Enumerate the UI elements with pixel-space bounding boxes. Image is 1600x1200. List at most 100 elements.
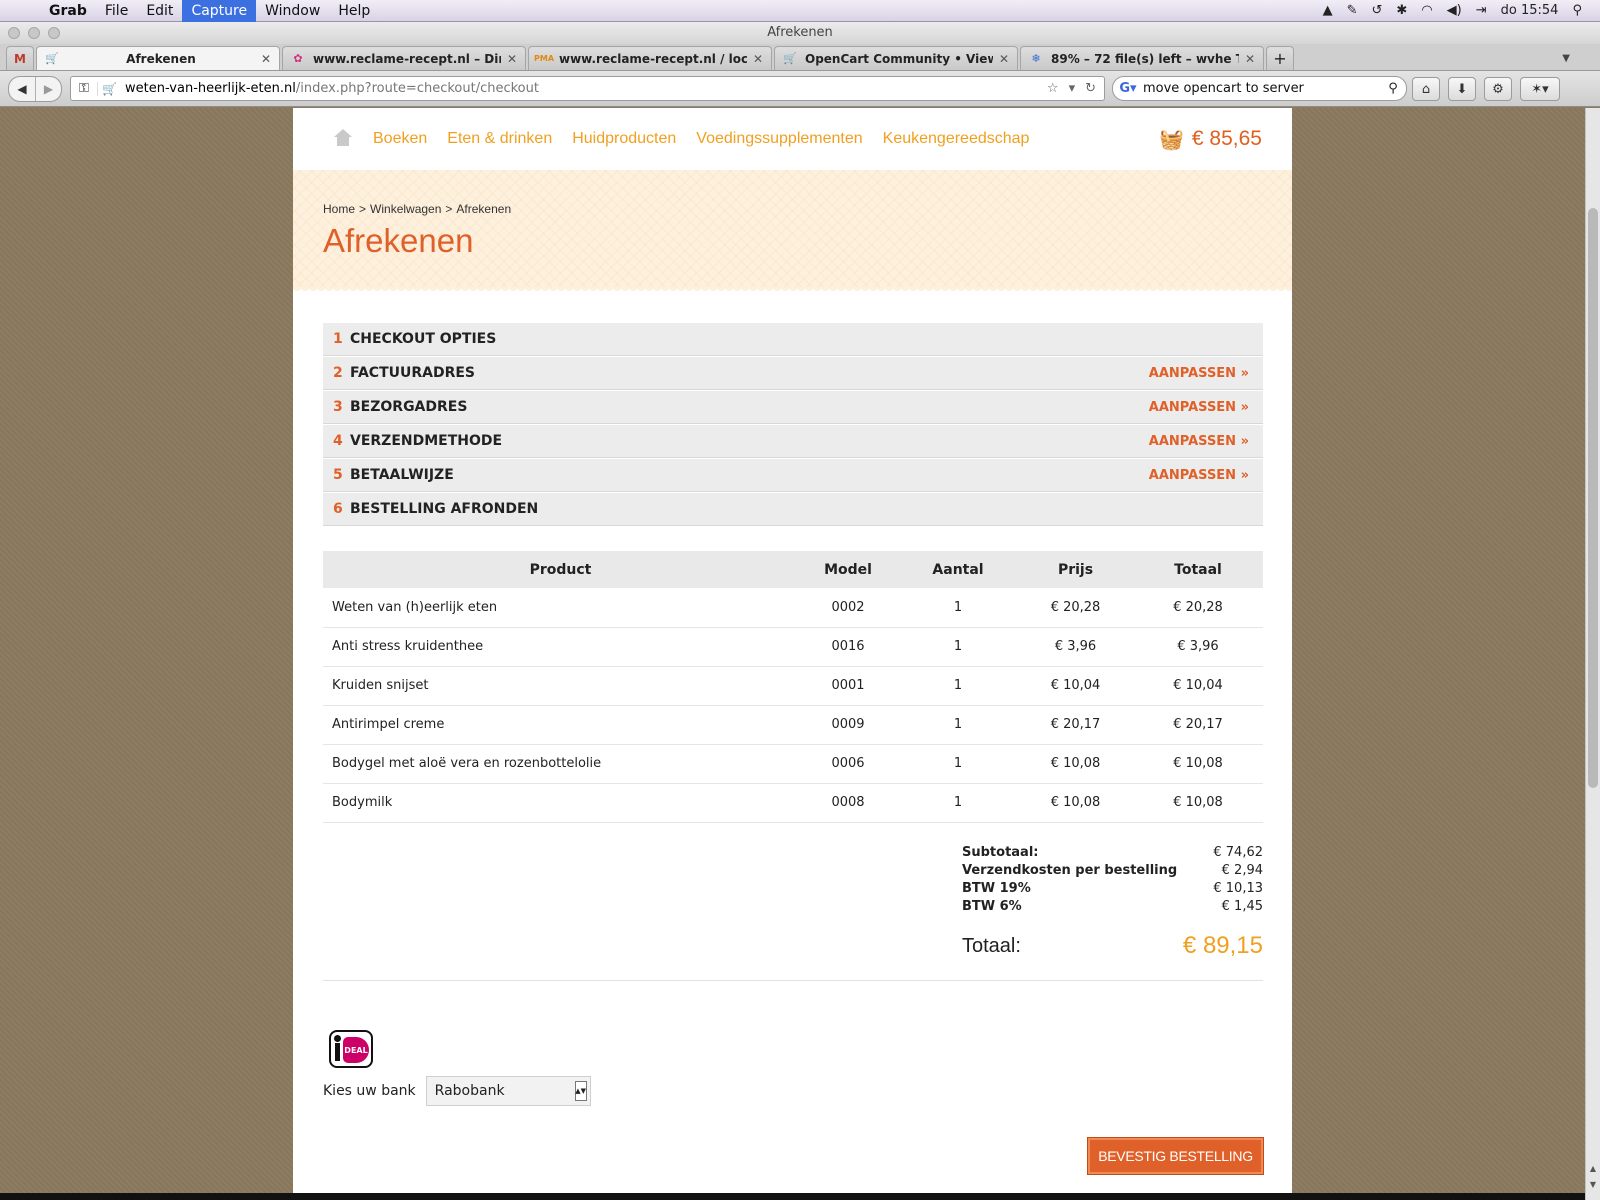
nav-boeken[interactable]: Boeken	[373, 130, 427, 148]
menu-app-grab[interactable]: Grab	[40, 0, 96, 22]
menu-capture[interactable]: Capture	[182, 0, 257, 22]
tab-file-transfer[interactable]: ❄ 89% – 72 file(s) left – wvhe TES… ✕	[1020, 46, 1264, 70]
edit-bezorgadres-link[interactable]: AANPASSEN »	[1149, 400, 1249, 415]
product-quantity: 1	[898, 744, 1018, 784]
forward-button[interactable]: ▶	[35, 76, 61, 101]
product-total: € 10,08	[1133, 744, 1263, 784]
addon-gear-icon[interactable]: ⚙	[1484, 77, 1512, 101]
bookmark-star-icon[interactable]: ☆	[1047, 81, 1059, 96]
product-name-link[interactable]: Weten van (h)eerlijk eten	[323, 588, 798, 628]
step-number: 3	[333, 399, 343, 415]
bluetooth-icon[interactable]: ✱	[1396, 3, 1407, 18]
totals-value: € 10,13	[1213, 881, 1263, 896]
basket-icon: 🧺	[1159, 128, 1184, 151]
input-source-icon[interactable]: ⇥	[1476, 3, 1487, 18]
edit-verzendmethode-link[interactable]: AANPASSEN »	[1149, 434, 1249, 449]
extension-menu-icon[interactable]: ✶▾	[1520, 77, 1560, 101]
flower-favicon-icon: ✿	[293, 52, 303, 65]
confirm-order-button[interactable]: BEVESTIG BESTELLING	[1088, 1138, 1263, 1174]
close-tab-icon[interactable]: ✕	[999, 52, 1009, 66]
close-window-button[interactable]	[8, 27, 20, 39]
table-row: Bodygel met aloë vera en rozenbottelolie…	[323, 744, 1263, 784]
close-tab-icon[interactable]: ✕	[1245, 52, 1255, 66]
address-bar[interactable]: ⚿ 🛒 weten-van-heerlijk-eten.nl /index.ph…	[70, 76, 1105, 101]
page-scrollbar[interactable]: ▲ ▼	[1585, 108, 1600, 1200]
close-tab-icon[interactable]: ✕	[753, 52, 763, 66]
tab-title: www.reclame-recept.nl / localh…	[559, 51, 747, 66]
site-identity-icon[interactable]: ⚿	[71, 81, 97, 96]
step-checkout-opties[interactable]: 1 CHECKOUT OPTIES	[323, 323, 1263, 356]
window-bottom-edge	[0, 1193, 1585, 1200]
totals-value: € 2,94	[1221, 863, 1263, 878]
product-total: € 3,96	[1133, 627, 1263, 667]
evernote-status-icon[interactable]: ✎	[1347, 3, 1358, 18]
step-bestelling-afronden: 6 BESTELLING AFRONDEN	[323, 493, 1263, 526]
google-search-engine-icon[interactable]: G▾	[1113, 81, 1143, 96]
close-tab-icon[interactable]: ✕	[507, 52, 517, 66]
tab-afrekenen[interactable]: 🛒 Afrekenen ✕	[36, 46, 280, 70]
downloads-icon[interactable]: ⬇	[1448, 77, 1476, 101]
product-name-link[interactable]: Kruiden snijset	[323, 666, 798, 706]
breadcrumb-home[interactable]: Home	[323, 202, 355, 216]
close-tab-icon[interactable]: ✕	[261, 52, 271, 66]
edit-betaalwijze-link[interactable]: AANPASSEN »	[1149, 468, 1249, 483]
window-title-bar: Afrekenen	[0, 22, 1600, 44]
cart-summary[interactable]: 🧺 € 85,65	[1159, 127, 1262, 152]
menu-window[interactable]: Window	[256, 0, 329, 22]
url-host: weten-van-heerlijk-eten.nl	[125, 81, 296, 96]
new-tab-button[interactable]: +	[1266, 46, 1294, 70]
nav-keukengereedschap[interactable]: Keukengereedschap	[883, 130, 1030, 148]
time-machine-icon[interactable]: ↺	[1372, 3, 1383, 18]
tab-list-menu-icon[interactable]: ▼	[1562, 53, 1570, 64]
back-button[interactable]: ◀	[9, 77, 35, 101]
nav-voedingssupplementen[interactable]: Voedingssupplementen	[696, 130, 862, 148]
tab-pinned-gmail[interactable]: M	[6, 46, 34, 70]
breadcrumb-winkelwagen[interactable]: Winkelwagen	[370, 202, 441, 216]
tab-opencart-community[interactable]: 🛒 OpenCart Community • View to… ✕	[774, 46, 1018, 70]
scrollbar-thumb[interactable]	[1588, 208, 1598, 788]
grand-total-row: Totaal: € 89,15	[962, 932, 1263, 960]
search-bar[interactable]: G▾ move opencart to server ⚲	[1112, 76, 1407, 101]
product-model: 0016	[798, 627, 898, 667]
minimize-window-button[interactable]	[28, 27, 40, 39]
home-icon[interactable]	[333, 129, 353, 149]
column-header-product: Product	[323, 551, 798, 588]
site-navigation: Boeken Eten & drinken Huidproducten Voed…	[293, 108, 1292, 170]
window-title: Afrekenen	[767, 25, 833, 40]
menu-help[interactable]: Help	[329, 0, 379, 22]
search-icon[interactable]: ⚲	[1380, 81, 1406, 96]
reload-icon[interactable]: ↻	[1085, 81, 1096, 96]
scroll-up-arrow-icon[interactable]: ▲	[1586, 1164, 1600, 1173]
product-name-link[interactable]: Anti stress kruidenthee	[323, 627, 798, 667]
totals-row-vat-19: BTW 19% € 10,13	[962, 880, 1263, 898]
wifi-icon[interactable]: ◠	[1421, 3, 1432, 18]
product-name-link[interactable]: Bodygel met aloë vera en rozenbottelolie	[323, 744, 798, 784]
window-controls	[8, 27, 60, 39]
spotlight-search-icon[interactable]: ⚲	[1572, 3, 1582, 18]
nav-eten-drinken[interactable]: Eten & drinken	[447, 130, 552, 148]
step-bezorgadres: 3 BEZORGADRES AANPASSEN »	[323, 391, 1263, 424]
scroll-down-arrow-icon[interactable]: ▼	[1586, 1180, 1600, 1189]
hat-status-icon[interactable]: ▲	[1323, 3, 1333, 18]
breadcrumb-afrekenen[interactable]: Afrekenen	[456, 202, 511, 216]
tab-reclame-recept-direct[interactable]: ✿ www.reclame-recept.nl – Direct… ✕	[282, 46, 526, 70]
edit-factuuradres-link[interactable]: AANPASSEN »	[1149, 366, 1249, 381]
menu-clock[interactable]: do 15:54	[1501, 3, 1559, 18]
grand-total-label: Totaal:	[962, 934, 1021, 957]
tab-bar: M 🛒 Afrekenen ✕ ✿ www.reclame-recept.nl …	[0, 44, 1600, 71]
zoom-window-button[interactable]	[48, 27, 60, 39]
nav-huidproducten[interactable]: Huidproducten	[572, 130, 676, 148]
home-icon[interactable]: ⌂	[1412, 77, 1440, 101]
volume-icon[interactable]: ◀)	[1447, 3, 1462, 18]
product-name-link[interactable]: Bodymilk	[323, 783, 798, 823]
step-number: 6	[333, 501, 343, 517]
step-number: 1	[333, 331, 343, 347]
table-header-row: Product Model Aantal Prijs Totaal	[323, 551, 1263, 588]
product-model: 0006	[798, 744, 898, 784]
tab-reclame-recept-localhost[interactable]: PMA www.reclame-recept.nl / localh… ✕	[528, 46, 772, 70]
menu-file[interactable]: File	[96, 0, 137, 22]
menu-edit[interactable]: Edit	[137, 0, 182, 22]
url-history-dropdown-icon[interactable]: ▾	[1069, 81, 1076, 96]
product-name-link[interactable]: Antirimpel creme	[323, 705, 798, 745]
bank-select-dropdown[interactable]: Rabobank ▲▼	[425, 1076, 591, 1106]
